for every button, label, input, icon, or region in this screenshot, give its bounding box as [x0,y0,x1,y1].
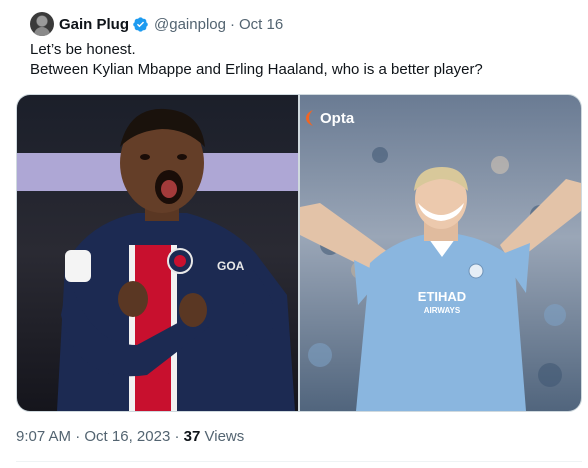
author-display-name[interactable]: Gain Plug [59,16,129,33]
tweet-text: Let’s be honest. Between Kylian Mbappe a… [30,40,570,80]
header-separator: · [229,15,235,33]
photo-haaland[interactable]: ETIHAD AIRWAYS Opta [300,95,581,411]
divider [16,461,582,462]
tweet-meta: 9:07 AM · Oct 16, 2023 · 37 Views [16,428,244,445]
tweet-text-line: Between Kylian Mbappe and Erling Haaland… [30,61,483,78]
avatar-icon[interactable] [30,12,54,36]
opta-watermark: Opta [304,109,354,127]
photo-mbappe[interactable]: GOA [17,95,298,411]
tweet-text-line: Let’s be honest. [30,41,136,58]
tweet-card: Gain Plug @gainplog · Oct 16 Let’s be ho… [0,0,588,468]
tweet-full-date[interactable]: Oct 16, 2023 [84,428,170,445]
opta-logo-icon [306,110,313,126]
jersey-sponsor-text: GOA [217,259,245,273]
media-grid: GOA ETIHAD AIRWAYS Opta [16,94,582,412]
views-label: Views [204,428,245,445]
tweet-header: Gain Plug @gainplog · Oct 16 [30,10,283,38]
jersey-sponsor-subtext: AIRWAYS [424,306,461,315]
meta-separator: · [174,428,180,445]
photo-mbappe-image: GOA [17,95,298,411]
tweet-time[interactable]: 9:07 AM [16,428,71,445]
jersey-sponsor-text: ETIHAD [418,289,466,304]
opta-label: Opta [320,109,355,127]
photo-haaland-image: ETIHAD AIRWAYS [300,95,581,411]
verified-badge-icon [133,16,148,32]
tweet-date-link[interactable]: Oct 16 [239,16,283,33]
meta-separator: · [75,428,81,445]
views-count: 37 [183,428,201,445]
author-handle[interactable]: @gainplog [154,16,226,33]
